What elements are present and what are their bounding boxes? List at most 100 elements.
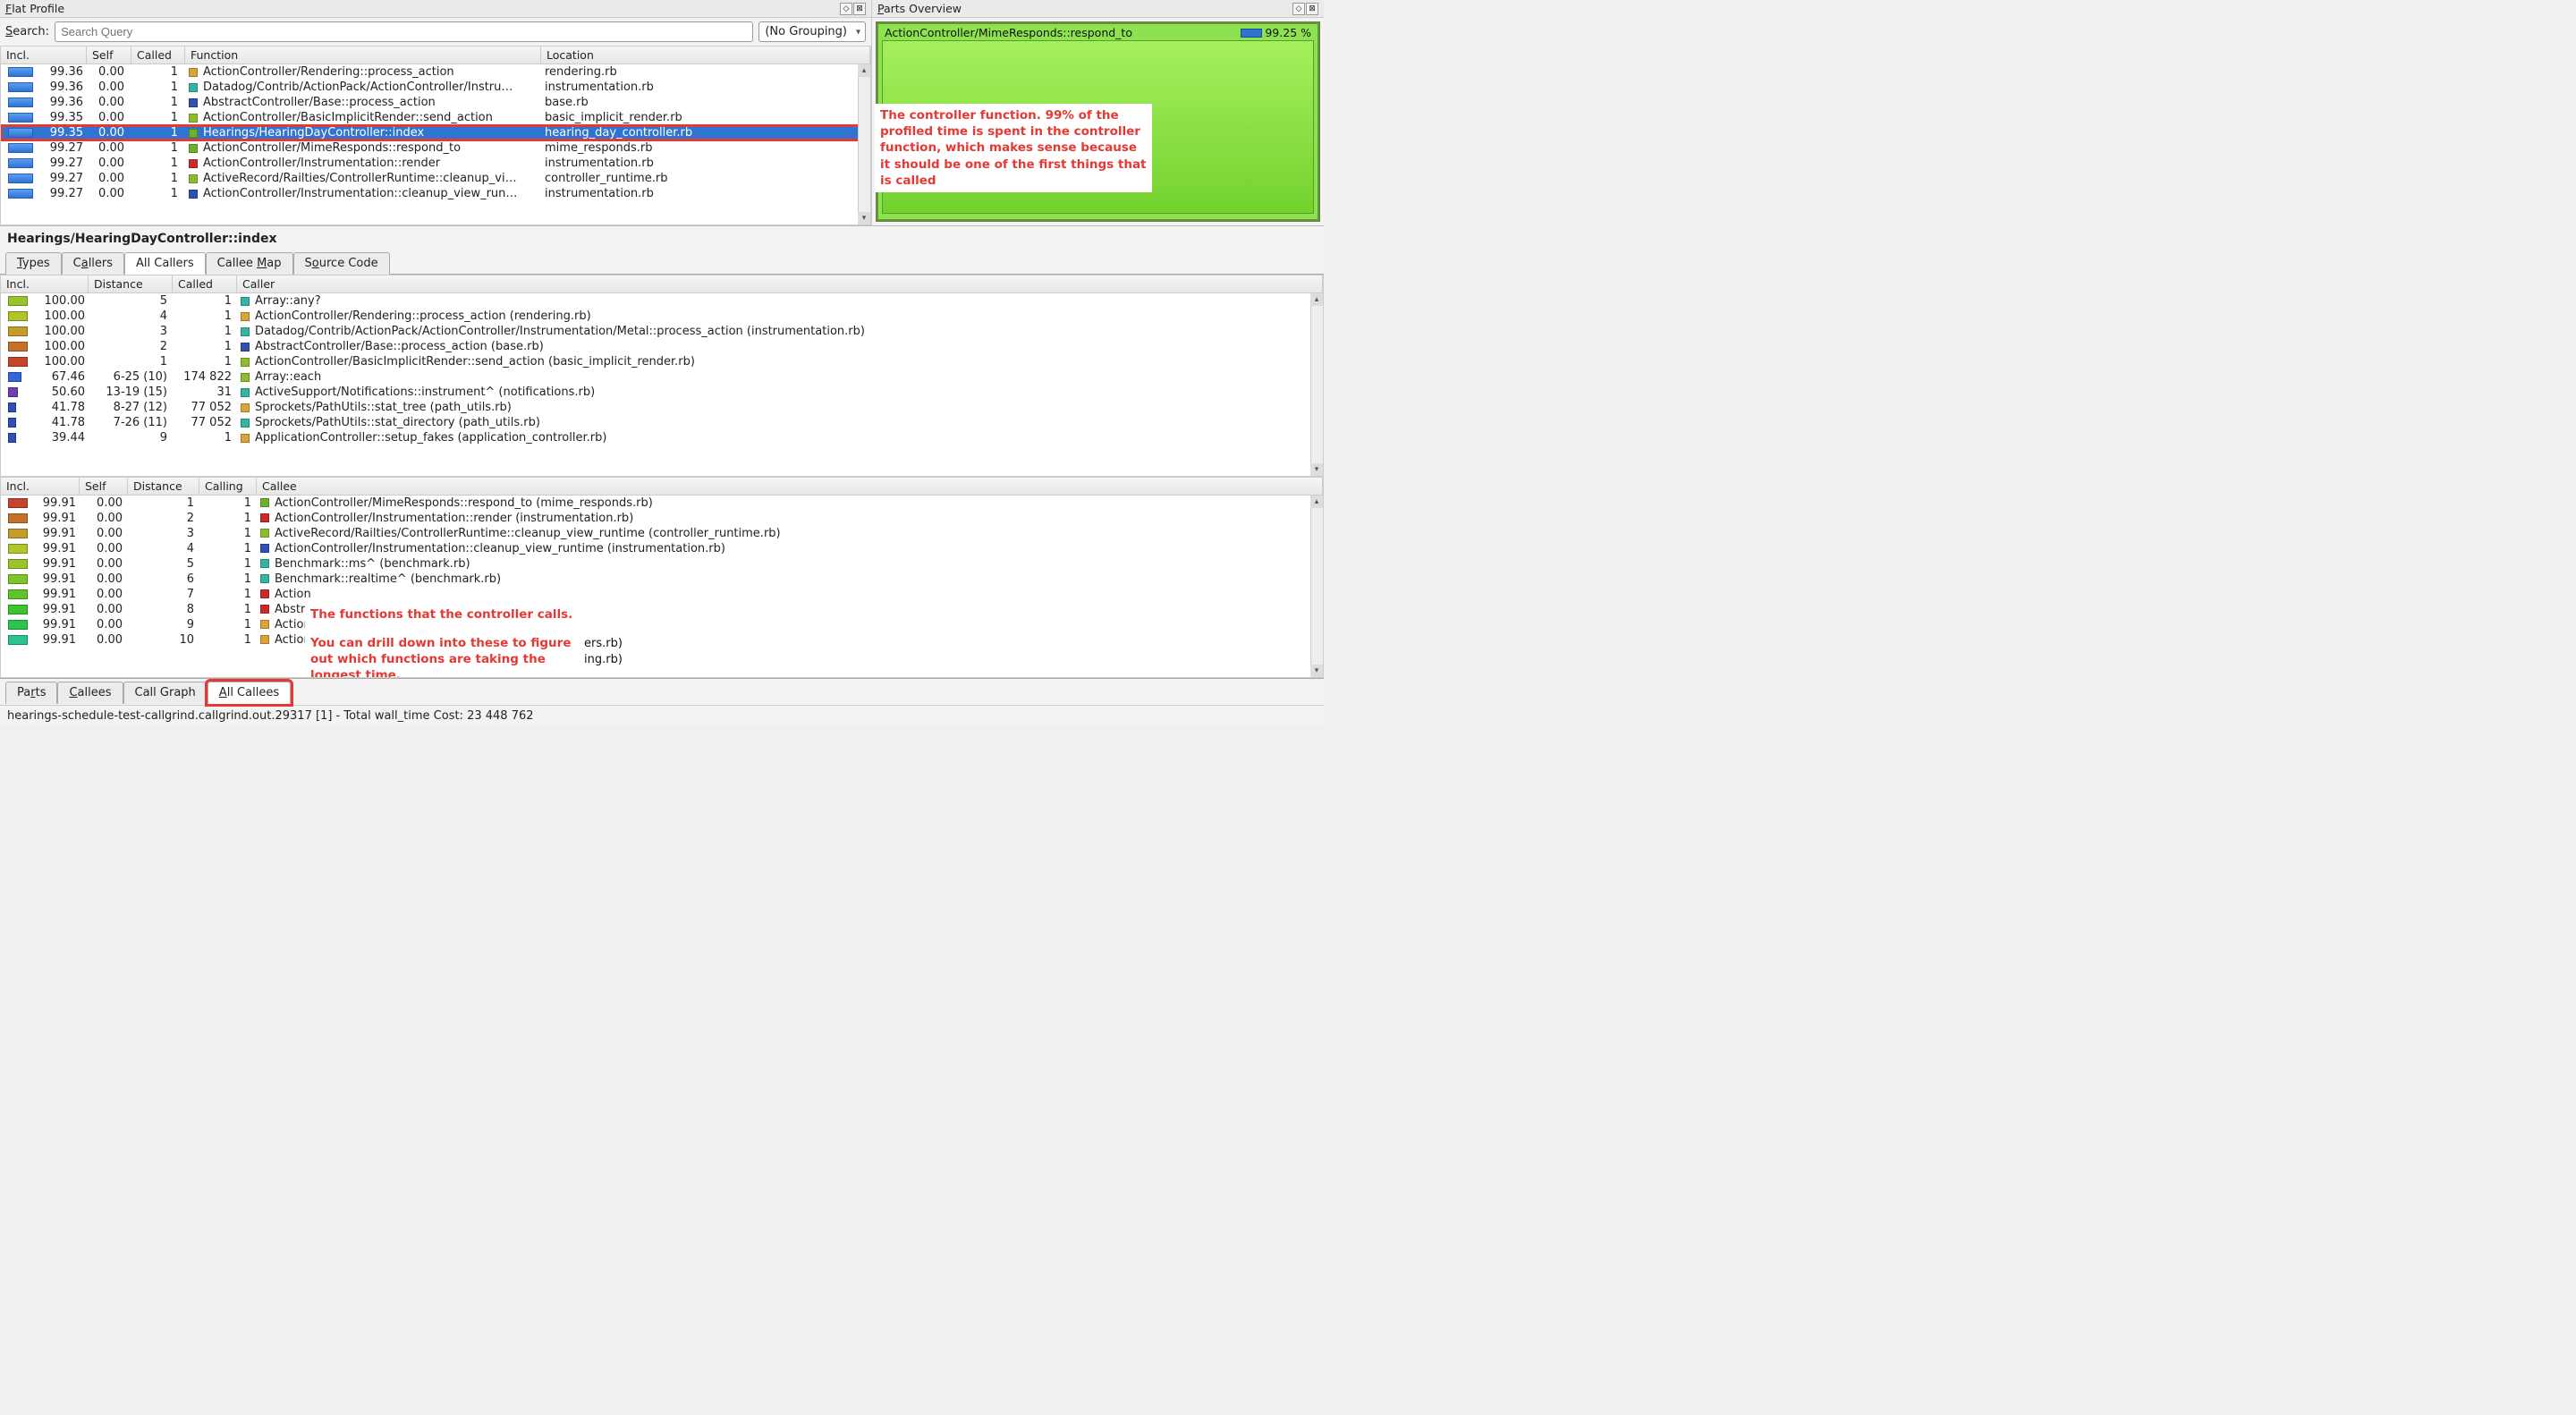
tab-parts[interactable]: Parts (5, 682, 57, 704)
called-value: 1 (131, 80, 185, 94)
th-self[interactable]: Self (87, 47, 131, 64)
search-input[interactable] (55, 21, 753, 42)
th-calling[interactable]: Calling (199, 478, 257, 495)
table-row[interactable]: 100.0011ActionController/BasicImplicitRe… (1, 354, 1323, 369)
table-row[interactable]: 67.466-25 (10)174 822Array::each (1, 369, 1323, 385)
flat-table-body[interactable]: 99.360.001ActionController/Rendering::pr… (1, 64, 870, 225)
close-icon[interactable]: ⊠ (853, 3, 866, 15)
scroll-down-icon[interactable]: ▾ (1310, 665, 1323, 677)
scroll-down-icon[interactable]: ▾ (1310, 463, 1323, 476)
table-row[interactable]: 99.270.001ActionController/MimeResponds:… (1, 140, 870, 156)
incl-value: 41.78 (30, 401, 89, 414)
th-distance[interactable]: Distance (89, 275, 173, 292)
calling-value: 1 (199, 527, 257, 540)
table-row[interactable]: 99.910.0021ActionController/Instrumentat… (1, 511, 1323, 526)
table-row[interactable]: 99.350.001Hearings/HearingDayController:… (1, 125, 870, 140)
th-caller[interactable]: Caller (237, 275, 1323, 292)
incl-value: 100.00 (30, 340, 89, 353)
tab-call-graph[interactable]: Call Graph (123, 682, 208, 704)
th-function[interactable]: Function (185, 47, 541, 64)
incl-value: 99.91 (30, 512, 80, 525)
scrollbar[interactable]: ▴ ▾ (1310, 293, 1323, 476)
table-row[interactable]: 100.0041ActionController/Rendering::proc… (1, 309, 1323, 324)
incl-value: 99.36 (37, 96, 87, 109)
called-value: 1 (131, 141, 185, 155)
table-row[interactable]: 99.360.001AbstractController/Base::proce… (1, 95, 870, 110)
self-value: 0.00 (87, 126, 131, 140)
th-incl[interactable]: Incl. (1, 478, 80, 495)
tab-callers[interactable]: Callers (62, 252, 124, 275)
table-row[interactable]: 99.360.001Datadog/Contrib/ActionPack/Act… (1, 80, 870, 95)
detach-icon[interactable]: ◇ (840, 3, 852, 15)
distance-value: 9 (128, 618, 199, 631)
scroll-down-icon[interactable]: ▾ (858, 212, 870, 225)
th-callee[interactable]: Callee (257, 478, 1323, 495)
table-row[interactable]: 99.360.001ActionController/Rendering::pr… (1, 64, 870, 80)
tab-all-callers[interactable]: All Callers (124, 252, 206, 275)
table-row[interactable]: 99.910.0091Action (1, 617, 1323, 632)
callees-header: Incl. Self Distance Calling Callee (1, 478, 1323, 496)
table-row[interactable]: 100.0031Datadog/Contrib/ActionPack/Actio… (1, 324, 1323, 339)
callees-body[interactable]: 99.910.0011ActionController/MimeResponds… (1, 496, 1323, 678)
table-row[interactable]: 99.910.00101Action (1, 632, 1323, 648)
flat-profile-table: Incl. Self Called Function Location 99.3… (0, 46, 871, 225)
table-row[interactable]: 99.910.0041ActionController/Instrumentat… (1, 541, 1323, 556)
detach-icon[interactable]: ◇ (1292, 3, 1305, 15)
callers-body[interactable]: 100.0051Array::any?100.0041ActionControl… (1, 293, 1323, 476)
annotation-callees-line2: You can drill down into these to figure … (310, 635, 577, 678)
self-value: 0.00 (87, 96, 131, 109)
parts-overview-canvas[interactable]: ActionController/MimeResponds::respond_t… (876, 21, 1320, 222)
tab-callee-map[interactable]: Callee Map (206, 252, 293, 275)
parts-overview-titlebar: Parts Overview ◇ ⊠ (872, 0, 1324, 18)
table-row[interactable]: 99.350.001ActionController/BasicImplicit… (1, 110, 870, 125)
grouping-select[interactable]: (No Grouping) (758, 21, 866, 42)
th-distance[interactable]: Distance (128, 478, 199, 495)
table-row[interactable]: 100.0051Array::any? (1, 293, 1323, 309)
th-self[interactable]: Self (80, 478, 128, 495)
th-location[interactable]: Location (541, 47, 870, 64)
table-row[interactable]: 100.0021AbstractController/Base::process… (1, 339, 1323, 354)
self-value: 0.00 (87, 141, 131, 155)
tab-all-callees[interactable]: All Callees (208, 682, 291, 704)
incl-value: 99.91 (30, 588, 80, 601)
table-row[interactable]: 39.4491ApplicationController::setup_fake… (1, 430, 1323, 445)
th-called[interactable]: Called (131, 47, 185, 64)
self-value: 0.00 (87, 111, 131, 124)
table-row[interactable]: 99.270.001ActionController/Instrumentati… (1, 186, 870, 201)
color-square-icon (189, 174, 198, 183)
table-row[interactable]: 99.910.0051Benchmark::ms^ (benchmark.rb) (1, 556, 1323, 572)
table-row[interactable]: 99.910.0011ActionController/MimeResponds… (1, 496, 1323, 511)
th-incl[interactable]: Incl. (1, 47, 87, 64)
color-square-icon (189, 129, 198, 138)
incl-bar-icon (8, 574, 28, 584)
distance-value: 13-19 (15) (89, 386, 173, 399)
table-row[interactable]: 99.910.0081Abstra (1, 602, 1323, 617)
scroll-up-icon[interactable]: ▴ (1310, 293, 1323, 306)
table-row[interactable]: 99.910.0031ActiveRecord/Railties/Control… (1, 526, 1323, 541)
incl-bar-icon (8, 67, 33, 77)
table-row[interactable]: 41.787-26 (11)77 052Sprockets/PathUtils:… (1, 415, 1323, 430)
tab-types[interactable]: Types (5, 252, 62, 275)
table-row[interactable]: 99.270.001ActionController/Instrumentati… (1, 156, 870, 171)
tab-callees[interactable]: Callees (57, 682, 123, 704)
scroll-up-icon[interactable]: ▴ (1310, 496, 1323, 508)
table-row[interactable]: 41.788-27 (12)77 052Sprockets/PathUtils:… (1, 400, 1323, 415)
close-icon[interactable]: ⊠ (1306, 3, 1318, 15)
location-name: instrumentation.rb (541, 80, 870, 94)
self-value: 0.00 (87, 187, 131, 200)
parts-overview-label: ActionController/MimeResponds::respond_t… (885, 26, 1132, 39)
table-row[interactable]: 99.910.0061Benchmark::realtime^ (benchma… (1, 572, 1323, 587)
th-incl[interactable]: Incl. (1, 275, 89, 292)
distance-value: 4 (128, 542, 199, 555)
tab-source-code[interactable]: Source Code (293, 252, 390, 275)
incl-bar-icon (8, 82, 33, 92)
table-row[interactable]: 99.910.0071Action (1, 587, 1323, 602)
self-value: 0.00 (87, 65, 131, 79)
color-square-icon (189, 83, 198, 92)
scroll-up-icon[interactable]: ▴ (858, 64, 870, 77)
table-row[interactable]: 50.6013-19 (15)31ActiveSupport/Notificat… (1, 385, 1323, 400)
table-row[interactable]: 99.270.001ActiveRecord/Railties/Controll… (1, 171, 870, 186)
scrollbar[interactable]: ▴ ▾ (1310, 496, 1323, 678)
th-called[interactable]: Called (173, 275, 237, 292)
scrollbar[interactable]: ▴ ▾ (858, 64, 870, 225)
